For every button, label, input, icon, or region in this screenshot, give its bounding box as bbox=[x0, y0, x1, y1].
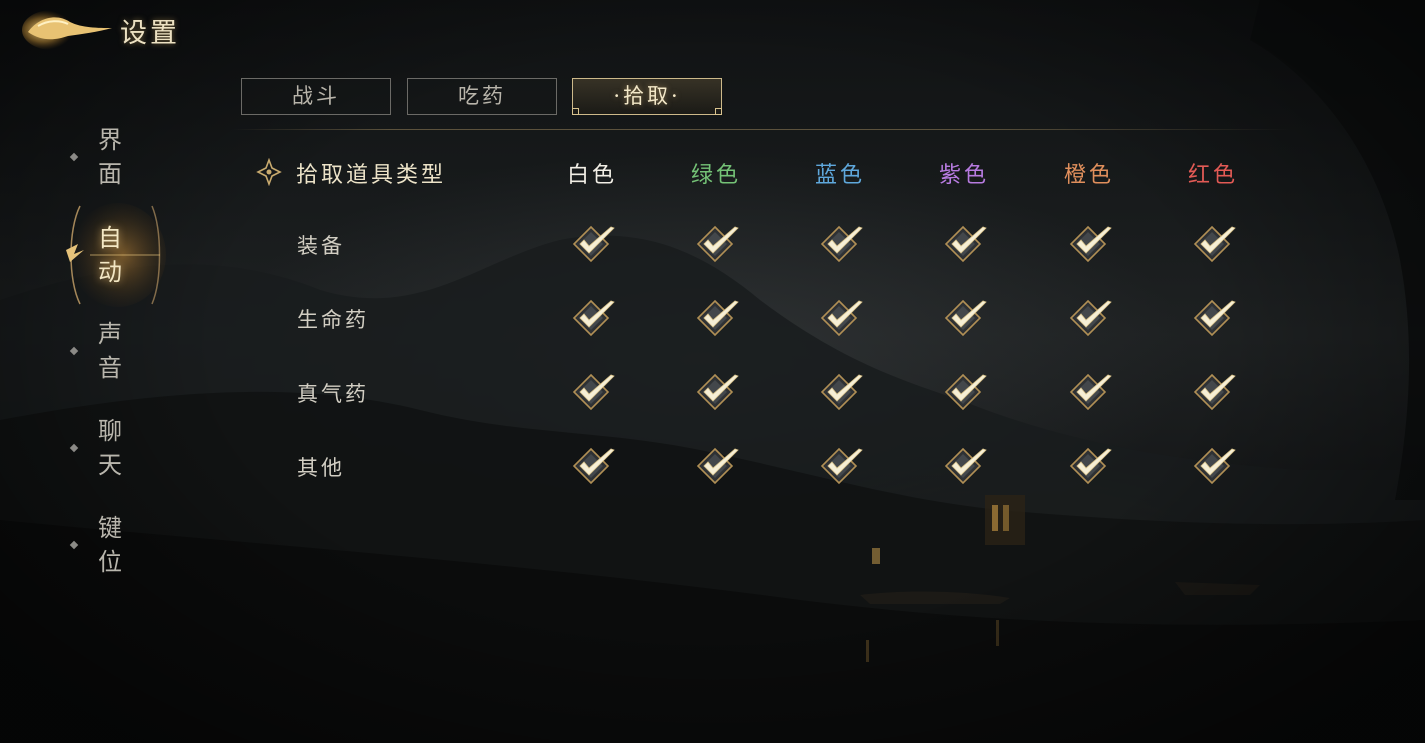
pickup-checkbox[interactable] bbox=[694, 445, 742, 489]
fleur-diamond-icon bbox=[256, 158, 282, 186]
pickup-table: 拾取道具类型 白色 绿色 蓝色 紫色 橙色 红色装备生命药真气药其他 bbox=[0, 0, 1425, 743]
row-label: 其他 bbox=[297, 456, 345, 480]
row-label: 装备 bbox=[297, 234, 345, 258]
pickup-checkbox[interactable] bbox=[1191, 223, 1239, 267]
pickup-checkbox[interactable] bbox=[1067, 297, 1115, 341]
pickup-checkbox[interactable] bbox=[694, 371, 742, 415]
column-header: 白色 bbox=[566, 163, 617, 188]
pickup-checkbox[interactable] bbox=[1191, 297, 1239, 341]
pickup-checkbox[interactable] bbox=[1191, 371, 1239, 415]
pickup-checkbox[interactable] bbox=[570, 445, 618, 489]
pickup-checkbox[interactable] bbox=[942, 371, 990, 415]
pickup-checkbox[interactable] bbox=[942, 445, 990, 489]
pickup-checkbox[interactable] bbox=[818, 297, 866, 341]
pickup-checkbox[interactable] bbox=[570, 223, 618, 267]
pickup-checkbox[interactable] bbox=[1067, 445, 1115, 489]
pickup-type-header: 拾取道具类型 bbox=[296, 163, 447, 188]
pickup-checkbox[interactable] bbox=[942, 223, 990, 267]
pickup-checkbox[interactable] bbox=[570, 371, 618, 415]
pickup-checkbox[interactable] bbox=[818, 223, 866, 267]
pickup-checkbox[interactable] bbox=[818, 445, 866, 489]
column-header: 紫色 bbox=[938, 163, 989, 188]
column-header: 蓝色 bbox=[814, 163, 865, 188]
pickup-checkbox[interactable] bbox=[570, 297, 618, 341]
column-header: 绿色 bbox=[690, 163, 741, 188]
pickup-checkbox[interactable] bbox=[1067, 223, 1115, 267]
pickup-checkbox[interactable] bbox=[818, 371, 866, 415]
pickup-checkbox[interactable] bbox=[694, 297, 742, 341]
pickup-checkbox[interactable] bbox=[1191, 445, 1239, 489]
pickup-checkbox[interactable] bbox=[1067, 371, 1115, 415]
column-header: 橙色 bbox=[1063, 163, 1114, 188]
pickup-checkbox[interactable] bbox=[942, 297, 990, 341]
row-label: 真气药 bbox=[297, 382, 369, 406]
pickup-checkbox[interactable] bbox=[694, 223, 742, 267]
row-label: 生命药 bbox=[297, 308, 369, 332]
column-header: 红色 bbox=[1187, 163, 1238, 188]
